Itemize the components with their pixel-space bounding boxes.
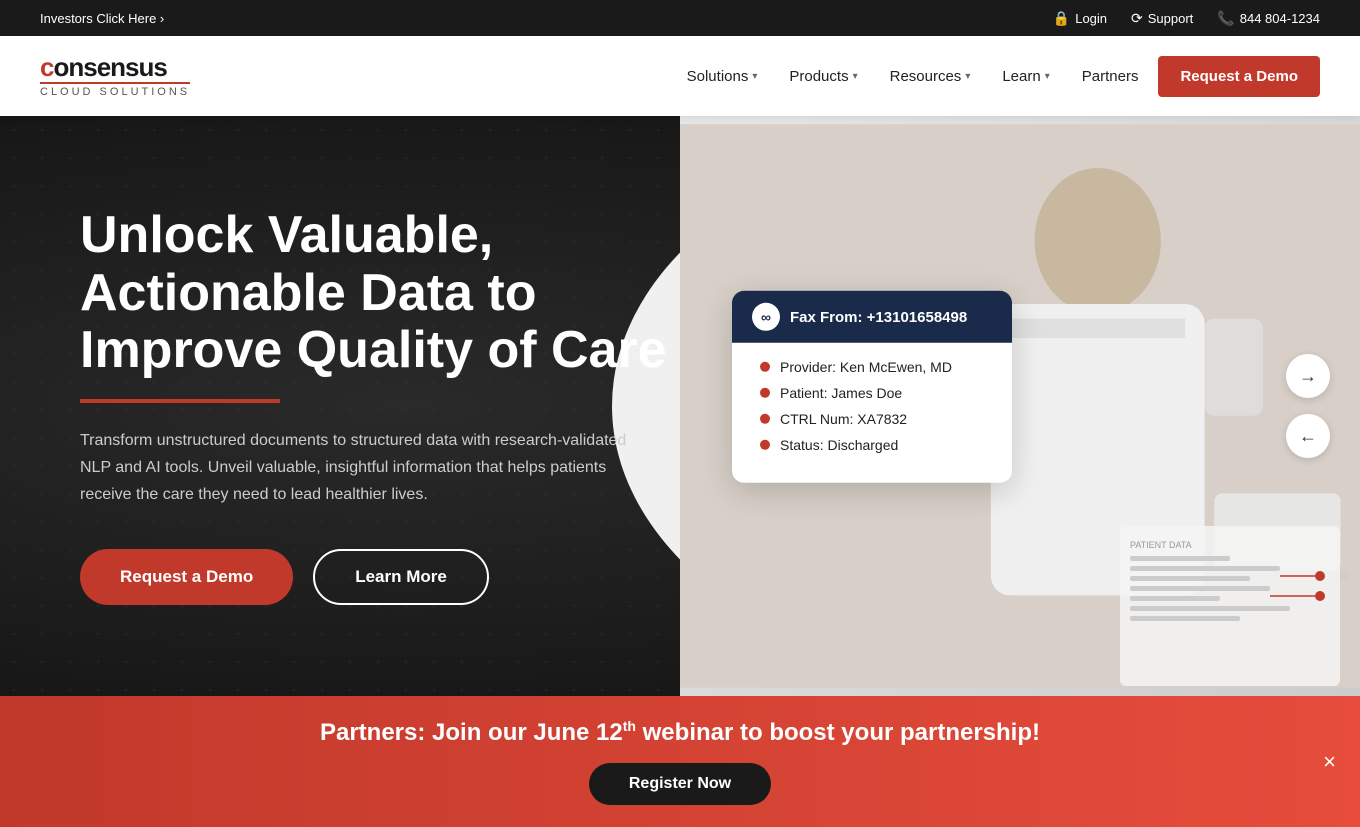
hero-buttons: Request a Demo Learn More	[80, 549, 722, 605]
logo[interactable]: consensus Cloud Solutions	[40, 54, 190, 98]
logo-sub: Cloud Solutions	[40, 82, 190, 98]
top-bar: Investors Click Here › 🔒 Login ⟳ Support…	[0, 0, 1360, 36]
hero-description: Transform unstructured documents to stru…	[80, 427, 640, 509]
nav-links: Solutions ▾ Products ▾ Resources ▾ Learn…	[675, 56, 1320, 97]
banner-text-before: Partners: Join our June 12	[320, 719, 623, 746]
nav-item-partners[interactable]: Partners	[1070, 60, 1151, 93]
phone-icon: 📞	[1217, 10, 1234, 27]
register-now-button[interactable]: Register Now	[589, 763, 771, 805]
banner-text-after: webinar to boost your partnership!	[636, 719, 1040, 746]
fax-logo-icon: ∞	[752, 303, 780, 331]
logo-rest: onsensus	[53, 52, 166, 82]
nav-item-solutions[interactable]: Solutions ▾	[675, 60, 770, 93]
phone-link[interactable]: 📞 844 804-1234	[1217, 10, 1320, 27]
nav-learn-link[interactable]: Learn ▾	[990, 60, 1061, 93]
nav-solutions-link[interactable]: Solutions ▾	[675, 60, 770, 93]
hero-section: PATIENT DATA Unlock Valuable, Actionable…	[0, 116, 1360, 696]
fax-row-4-label: Status: Discharged	[780, 437, 898, 453]
top-bar-right: 🔒 Login ⟳ Support 📞 844 804-1234	[1053, 10, 1320, 27]
nav-item-products[interactable]: Products ▾	[777, 60, 869, 93]
chevron-down-icon-4: ▾	[1045, 71, 1050, 82]
partners-banner: Partners: Join our June 12th webinar to …	[0, 696, 1360, 827]
hero-left: Unlock Valuable, Actionable Data to Impr…	[80, 207, 762, 604]
fax-row-2: Patient: James Doe	[760, 385, 984, 401]
login-label: Login	[1075, 11, 1107, 26]
lock-icon: 🔒	[1053, 10, 1070, 27]
chevron-down-icon-3: ▾	[965, 71, 970, 82]
banner-superscript: th	[623, 718, 636, 734]
fax-dot-4	[760, 440, 770, 450]
fax-row-4: Status: Discharged	[760, 437, 984, 453]
fax-dot-3	[760, 414, 770, 424]
fax-card-header: ∞ Fax From: +13101658498	[732, 291, 1012, 343]
chevron-down-icon-2: ▾	[853, 71, 858, 82]
nav-item-learn[interactable]: Learn ▾	[990, 60, 1061, 93]
logo-co: c	[40, 52, 53, 82]
nav-partners-link[interactable]: Partners	[1070, 60, 1151, 93]
nav-item-resources[interactable]: Resources ▾	[878, 60, 983, 93]
navbar: consensus Cloud Solutions Solutions ▾ Pr…	[0, 36, 1360, 116]
fax-row-2-label: Patient: James Doe	[780, 385, 902, 401]
support-icon: ⟳	[1131, 10, 1143, 27]
fax-card: ∞ Fax From: +13101658498 Provider: Ken M…	[732, 291, 1012, 483]
fax-dot-1	[760, 362, 770, 372]
nav-partners-label: Partners	[1082, 68, 1139, 85]
support-label: Support	[1148, 11, 1194, 26]
investors-link-wrap[interactable]: Investors Click Here ›	[40, 11, 164, 26]
register-now-label: Register Now	[629, 775, 731, 792]
fax-dot-2	[760, 388, 770, 398]
slider-next-button[interactable]: →	[1286, 354, 1330, 398]
fax-card-title: Fax From: +13101658498	[790, 308, 967, 325]
nav-cta-wrap[interactable]: Request a Demo	[1158, 56, 1320, 97]
slider-prev-button[interactable]: ←	[1286, 414, 1330, 458]
nav-resources-label: Resources	[890, 68, 962, 85]
request-demo-button[interactable]: Request a Demo	[80, 549, 293, 605]
banner-text: Partners: Join our June 12th webinar to …	[320, 718, 1040, 747]
learn-more-button[interactable]: Learn More	[313, 549, 489, 605]
fax-row-3: CTRL Num: XA7832	[760, 411, 984, 427]
investors-link[interactable]: Investors Click Here ›	[40, 11, 164, 26]
hero-content: Unlock Valuable, Actionable Data to Impr…	[0, 116, 1360, 696]
fax-row-1: Provider: Ken McEwen, MD	[760, 359, 984, 375]
nav-cta-label: Request a Demo	[1180, 68, 1298, 85]
phone-number: 844 804-1234	[1240, 11, 1320, 26]
logo-main: consensus	[40, 54, 190, 80]
nav-learn-label: Learn	[1002, 68, 1040, 85]
request-demo-label: Request a Demo	[120, 567, 253, 586]
nav-solutions-label: Solutions	[687, 68, 749, 85]
learn-more-label: Learn More	[355, 567, 447, 586]
nav-products-label: Products	[789, 68, 848, 85]
hero-title: Unlock Valuable, Actionable Data to Impr…	[80, 207, 722, 379]
close-icon: ×	[1323, 749, 1336, 774]
nav-resources-link[interactable]: Resources ▾	[878, 60, 983, 93]
slider-nav: → ←	[1286, 354, 1330, 458]
chevron-down-icon: ▾	[752, 71, 757, 82]
banner-close-button[interactable]: ×	[1323, 749, 1336, 775]
fax-row-3-label: CTRL Num: XA7832	[780, 411, 907, 427]
fax-row-1-label: Provider: Ken McEwen, MD	[780, 359, 952, 375]
hero-divider	[80, 399, 280, 403]
login-link[interactable]: 🔒 Login	[1053, 10, 1107, 27]
logo-text: consensus Cloud Solutions	[40, 54, 190, 98]
fax-icon-symbol: ∞	[761, 309, 771, 325]
support-link[interactable]: ⟳ Support	[1131, 10, 1193, 27]
nav-products-link[interactable]: Products ▾	[777, 60, 869, 93]
nav-cta-button[interactable]: Request a Demo	[1158, 56, 1320, 97]
